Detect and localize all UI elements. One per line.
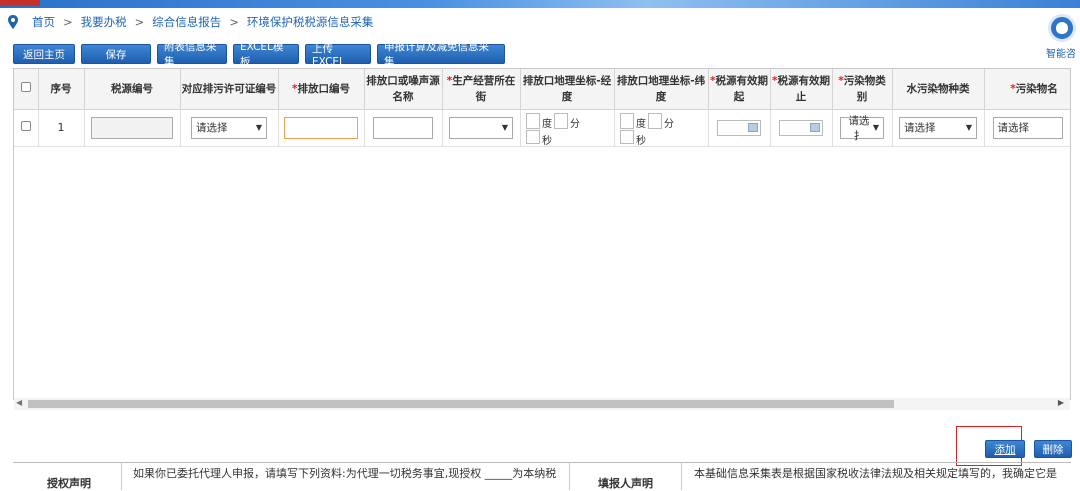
divider bbox=[121, 463, 122, 490]
scroll-right-icon[interactable]: ▶ bbox=[1058, 398, 1064, 407]
pollutant-cat-select[interactable]: 请选扌 ▼ bbox=[840, 115, 884, 142]
declare-calc-button[interactable]: 申报计算及减免信息采集 bbox=[377, 41, 505, 68]
divider bbox=[569, 463, 570, 490]
tax-source-grid: 序号 税源编号 对应排污许可证编号 *排放口编号 排放口或噪声源名称 *生产经营… bbox=[13, 68, 1071, 400]
breadcrumb-separator: > bbox=[229, 15, 239, 29]
chevron-down-icon: ▼ bbox=[965, 123, 972, 132]
chevron-down-icon: ▼ bbox=[872, 123, 879, 132]
breadcrumb: 首页 > 我要办税 > 综合信息报告 > 环境保护税税源信息采集 bbox=[8, 12, 373, 32]
lng-second-label: 秒 bbox=[542, 135, 552, 147]
add-button[interactable]: 添加 bbox=[985, 440, 1025, 458]
header-outlet-name: 排放口或噪声源名称 bbox=[364, 69, 443, 110]
header-outlet-no: *排放口编号 bbox=[278, 69, 365, 110]
header-seq: 序号 bbox=[38, 69, 85, 110]
valid-to-date-input[interactable] bbox=[779, 119, 823, 136]
header-lng: 排放口地理坐标-经度 bbox=[520, 69, 615, 110]
location-pin-icon bbox=[8, 15, 18, 29]
table-row: 1 请选择 ▼ ▼ 度 分 秒 度 分 秒 请选扌 ▼ 请选择 ▼ 请选择 bbox=[14, 109, 1070, 147]
header-address: *生产经营所在街 bbox=[442, 69, 521, 110]
breadcrumb-tax-services[interactable]: 我要办税 bbox=[81, 14, 127, 30]
divider bbox=[681, 463, 682, 490]
upload-excel-button[interactable]: 上传EXCEL bbox=[305, 43, 371, 68]
lng-minute-input[interactable] bbox=[554, 112, 568, 129]
lng-minute-label: 分 bbox=[570, 118, 580, 130]
header-lat: 排放口地理坐标-纬度 bbox=[614, 69, 709, 110]
select-all-checkbox[interactable] bbox=[20, 81, 31, 92]
lat-second-input[interactable] bbox=[620, 129, 634, 144]
pollutant-name-select[interactable]: 请选择 bbox=[992, 116, 1063, 139]
horizontal-scrollbar[interactable]: ◀ ▶ bbox=[14, 398, 1070, 410]
header-water-type: 水污染物种类 bbox=[892, 69, 985, 110]
outlet-no-input[interactable] bbox=[284, 116, 358, 139]
filler-declaration-text: 本基础信息采集表是根据国家税收法律法规及相关规定填写的，我确定它是 bbox=[694, 467, 1057, 480]
grid-header-row: 序号 税源编号 对应排污许可证编号 *排放口编号 排放口或噪声源名称 *生产经营… bbox=[14, 69, 1070, 110]
lng-degree-input[interactable] bbox=[526, 112, 540, 129]
save-button[interactable]: 保存 bbox=[81, 44, 151, 64]
breadcrumb-home[interactable]: 首页 bbox=[32, 14, 55, 30]
breadcrumb-info-report[interactable]: 综合信息报告 bbox=[152, 14, 221, 30]
lng-second-input[interactable] bbox=[526, 129, 540, 144]
header-tax-source-no: 税源编号 bbox=[84, 69, 181, 110]
header-select-all[interactable] bbox=[14, 69, 39, 110]
lat-degree-input[interactable] bbox=[620, 112, 634, 129]
lng-coordinate-inputs: 度 分 秒 bbox=[522, 110, 612, 147]
header-valid-to: *税源有效期止 bbox=[770, 69, 833, 110]
permit-no-select[interactable]: 请选择 ▼ bbox=[191, 116, 267, 139]
customer-service-icon bbox=[1048, 14, 1076, 42]
breadcrumb-separator: > bbox=[134, 15, 145, 29]
lat-minute-label: 分 bbox=[664, 118, 674, 130]
attach-info-button[interactable]: 附表信息采集 bbox=[157, 41, 227, 68]
water-type-select[interactable]: 请选择 ▼ bbox=[899, 116, 977, 139]
header-valid-from: *税源有效期起 bbox=[708, 69, 771, 110]
outlet-name-input[interactable] bbox=[373, 116, 433, 139]
smart-assistant[interactable]: 智能咨 bbox=[1040, 14, 1080, 62]
address-select[interactable]: ▼ bbox=[449, 116, 513, 139]
declaration-footer: 授权声明 如果你已委托代理人申报，请填写下列资料:为代理一切税务事宜,现授权 _… bbox=[13, 462, 1071, 490]
lat-degree-label: 度 bbox=[636, 118, 646, 130]
delete-button[interactable]: 删除 bbox=[1034, 440, 1072, 458]
lat-second-label: 秒 bbox=[636, 135, 646, 147]
chevron-down-icon: ▼ bbox=[501, 123, 508, 132]
toolbar: 返回主页 保存 附表信息采集 EXCEL模板 上传EXCEL 申报计算及减免信息… bbox=[13, 41, 505, 68]
calendar-icon[interactable] bbox=[810, 123, 820, 132]
valid-from-date-input[interactable] bbox=[717, 119, 761, 136]
tax-source-no-input bbox=[91, 116, 173, 139]
header-pollutant-name: *污染物名 bbox=[984, 69, 1070, 110]
assistant-label: 智能咨 bbox=[1046, 49, 1076, 60]
breadcrumb-separator: > bbox=[63, 15, 73, 29]
top-banner-strip bbox=[0, 0, 1080, 8]
banner-logo-fragment bbox=[0, 0, 40, 6]
row-seq: 1 bbox=[38, 109, 85, 147]
calendar-icon[interactable] bbox=[748, 123, 758, 132]
scrollbar-thumb[interactable] bbox=[28, 400, 894, 408]
header-pollutant-cat: *污染物类别 bbox=[832, 69, 893, 110]
chevron-down-icon: ▼ bbox=[255, 123, 262, 132]
back-home-button[interactable]: 返回主页 bbox=[13, 44, 75, 64]
lat-coordinate-inputs: 度 分 秒 bbox=[616, 110, 706, 147]
breadcrumb-current-page: 环境保护税税源信息采集 bbox=[246, 15, 374, 29]
lng-degree-label: 度 bbox=[542, 118, 552, 130]
auth-declaration-text: 如果你已委托代理人申报，请填写下列资料:为代理一切税务事宜,现授权 _____为… bbox=[133, 467, 557, 480]
excel-template-button[interactable]: EXCEL模板 bbox=[233, 41, 299, 68]
scroll-left-icon[interactable]: ◀ bbox=[16, 398, 22, 407]
row-checkbox[interactable] bbox=[20, 121, 31, 131]
header-permit-no: 对应排污许可证编号 bbox=[180, 69, 279, 110]
lat-minute-input[interactable] bbox=[648, 112, 662, 129]
